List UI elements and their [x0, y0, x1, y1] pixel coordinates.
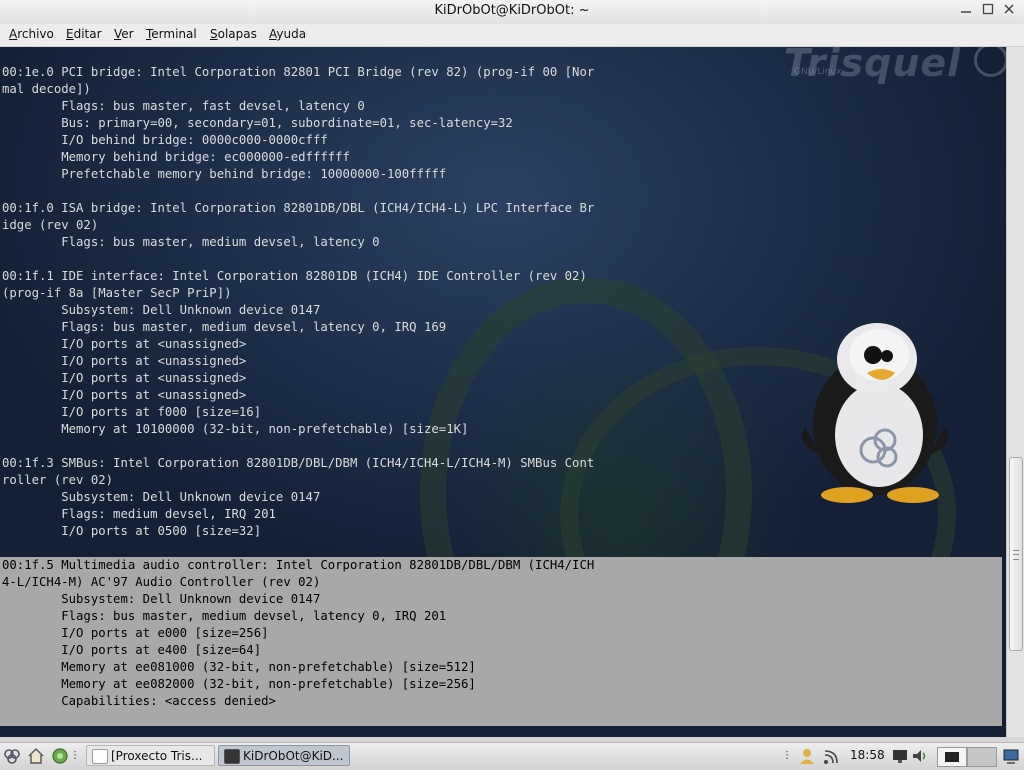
taskbar: ⋮ [Proxecto Tris... KiDrObOt@KiD... ⋮ 18…: [0, 742, 1024, 769]
close-icon: [1004, 4, 1014, 14]
menu-archivo[interactable]: Archivo: [9, 27, 54, 41]
workspace-2[interactable]: [967, 747, 997, 767]
terminal-line: 00:1f.3 SMBus: Intel Corporation 82801DB…: [2, 456, 595, 470]
web-browser-icon[interactable]: [51, 747, 69, 765]
selected-line: Capabilities: <access denied>: [2, 694, 276, 708]
terminal-line: Flags: medium devsel, IRQ 201: [2, 507, 276, 521]
menu-ayuda[interactable]: Ayuda: [269, 27, 306, 41]
workspace-1[interactable]: [937, 747, 967, 767]
terminal-line: roller (rev 02): [2, 473, 114, 487]
task-terminal[interactable]: KiDrObOt@KiD...: [218, 745, 350, 766]
minimize-button[interactable]: [957, 3, 975, 21]
volume-icon[interactable]: [911, 747, 929, 765]
task-label: [Proxecto Tris...: [111, 749, 203, 763]
terminal-line: Memory behind bridge: ec000000-edffffff: [2, 150, 350, 164]
main-menu-icon[interactable]: [3, 747, 21, 765]
terminal-line: 00:1f.1 IDE interface: Intel Corporation…: [2, 269, 587, 283]
terminal-output: 00:1e.0 PCI bridge: Intel Corporation 82…: [2, 64, 594, 557]
selected-line: I/O ports at e000 [size=256]: [2, 626, 269, 640]
terminal-view[interactable]: Trisquel GNU/Linux 00:1e.0 PCI bridge: I…: [0, 47, 1006, 737]
window-titlebar[interactable]: KiDrObOt@KiDrObOt: ~: [0, 0, 1024, 25]
trisquel-emblem-icon: [974, 47, 1006, 77]
selected-line: I/O ports at e400 [size=64]: [2, 643, 262, 657]
workspace-window-icon: [945, 752, 959, 762]
terminal-line: I/O ports at 0500 [size=32]: [2, 524, 262, 538]
menu-editar[interactable]: Editar: [66, 27, 102, 41]
terminal-scrollbar[interactable]: [1006, 47, 1024, 737]
menu-bar: Archivo Editar Ver Terminal Solapas Ayud…: [0, 24, 1024, 47]
terminal-line: Bus: primary=00, secondary=01, subordina…: [2, 116, 513, 130]
terminal-line: 00:1e.0 PCI bridge: Intel Corporation 82…: [2, 65, 595, 79]
home-icon[interactable]: [27, 747, 45, 765]
selected-line: Memory at ee082000 (32-bit, non-prefetch…: [2, 677, 476, 691]
maximize-icon: [982, 3, 994, 15]
terminal-selection[interactable]: 00:1f.5 Multimedia audio controller: Int…: [0, 557, 1002, 726]
terminal-line: Subsystem: Dell Unknown device 0147: [2, 303, 321, 317]
terminal-line: Flags: bus master, medium devsel, latenc…: [2, 320, 447, 334]
terminal-line: (prog-if 8a [Master SecP PriP]): [2, 286, 232, 300]
user-icon[interactable]: [798, 747, 816, 765]
selected-line: Subsystem: Dell Unknown device 0147: [2, 592, 321, 606]
terminal-line: I/O ports at <unassigned>: [2, 388, 247, 402]
terminal-icon: [224, 749, 240, 764]
close-button[interactable]: [1000, 3, 1018, 21]
terminal-line: mal decode]): [2, 82, 91, 96]
selected-line: 00:1f.5 Multimedia audio controller: Int…: [2, 558, 595, 572]
terminal-line: Flags: bus master, fast devsel, latency …: [2, 99, 365, 113]
terminal-line: I/O ports at f000 [size=16]: [2, 405, 262, 419]
selected-output: 00:1f.5 Multimedia audio controller: Int…: [2, 557, 594, 710]
menu-ver[interactable]: Ver: [114, 27, 134, 41]
penguin-mascot-icon: [802, 323, 948, 503]
terminal-line: I/O behind bridge: 0000c000-0000cfff: [2, 133, 328, 147]
menu-solapas[interactable]: Solapas: [210, 27, 257, 41]
terminal-line: Memory at 10100000 (32-bit, non-prefetch…: [2, 422, 469, 436]
wallpaper-logo-subtitle: GNU/Linux: [794, 67, 842, 77]
maximize-button[interactable]: [979, 3, 997, 21]
scrollbar-thumb[interactable]: [1009, 457, 1023, 651]
show-desktop-icon[interactable]: [1002, 747, 1020, 765]
terminal-line: 00:1f.0 ISA bridge: Intel Corporation 82…: [2, 201, 595, 215]
window-title: KiDrObOt@KiDrObOt: ~: [434, 3, 590, 18]
selected-line: Flags: bus master, medium devsel, latenc…: [2, 609, 447, 623]
terminal-line: Flags: bus master, medium devsel, latenc…: [2, 235, 380, 249]
wallpaper-logo: Trisquel: [784, 47, 962, 85]
terminal-line: I/O ports at <unassigned>: [2, 337, 247, 351]
document-icon: [92, 749, 108, 764]
network-icon[interactable]: [822, 747, 840, 765]
launcher-separator-icon: ⋮: [70, 750, 80, 761]
scrollbar-grip-icon: [1013, 550, 1019, 560]
terminal-line: Subsystem: Dell Unknown device 0147: [2, 490, 321, 504]
task-label: KiDrObOt@KiD...: [243, 749, 344, 763]
terminal-line: I/O ports at <unassigned>: [2, 354, 247, 368]
task-proxecto-trisquel[interactable]: [Proxecto Tris...: [86, 745, 215, 766]
clock[interactable]: 18:58: [850, 748, 885, 762]
tray-separator-icon: ⋮: [782, 750, 792, 761]
minimize-icon: [961, 11, 971, 13]
selected-line: 4-L/ICH4-M) AC'97 Audio Controller (rev …: [2, 575, 321, 589]
selected-line: Memory at ee081000 (32-bit, non-prefetch…: [2, 660, 476, 674]
display-icon[interactable]: [891, 747, 909, 765]
menu-terminal[interactable]: Terminal: [146, 27, 197, 41]
terminal-line: Prefetchable memory behind bridge: 10000…: [2, 167, 447, 181]
terminal-line: idge (rev 02): [2, 218, 99, 232]
terminal-line: I/O ports at <unassigned>: [2, 371, 247, 385]
